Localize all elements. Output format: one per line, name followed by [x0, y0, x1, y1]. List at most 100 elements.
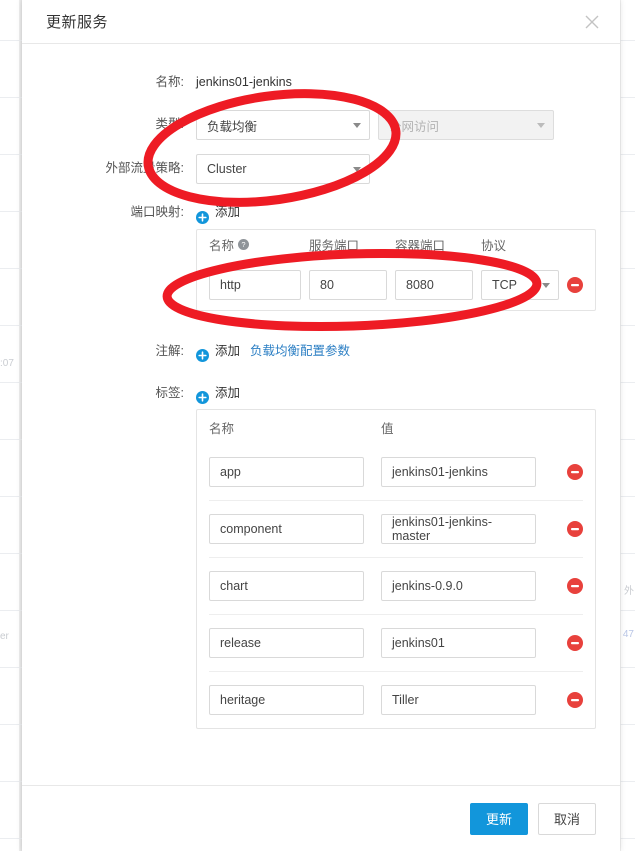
field-row-external-traffic-policy: 外部流量策略: Cluster [46, 154, 596, 184]
port-col-protocol-label: 协议 [481, 239, 507, 253]
type-select-value: 负载均衡 [207, 119, 258, 134]
port-col-container-port-label: 容器端口 [395, 239, 446, 253]
add-label-button[interactable]: 添加 [196, 379, 240, 407]
remove-label-button[interactable] [567, 521, 583, 537]
label-row: release jenkins01 [209, 614, 583, 671]
background-rule [0, 154, 22, 155]
add-port-mapping-button[interactable]: 添加 [196, 198, 240, 226]
container-port-input[interactable]: 8080 [395, 269, 473, 300]
lb-config-params-link[interactable]: 负载均衡配置参数 [250, 337, 350, 365]
label-row: app jenkins01-jenkins [209, 444, 583, 500]
annotations-label: 注解: [155, 343, 184, 358]
update-button[interactable]: 更新 [470, 802, 528, 835]
labels-table-header: 名称 值 [209, 410, 583, 444]
cancel-button[interactable]: 取消 [538, 802, 596, 835]
svg-text:?: ? [241, 240, 245, 249]
external-traffic-policy-select[interactable]: Cluster [196, 154, 370, 184]
close-icon[interactable] [578, 8, 606, 36]
remove-label-button[interactable] [567, 464, 583, 480]
background-text-fragment: er [0, 631, 9, 642]
label-value-input[interactable]: jenkins01 [381, 628, 536, 658]
label-key-input[interactable]: chart [209, 571, 364, 601]
background-rule [620, 382, 635, 383]
label-value-input[interactable]: jenkins-0.9.0 [381, 571, 536, 601]
service-port-input[interactable]: 80 [309, 269, 387, 300]
label-key-input[interactable]: heritage [209, 685, 364, 715]
background-rule [0, 838, 22, 839]
port-mapping-label: 端口映射: [130, 205, 184, 219]
external-traffic-policy-label: 外部流量策略: [105, 161, 184, 175]
plus-circle-icon [196, 386, 209, 404]
labels-col-value-label: 值 [381, 421, 394, 436]
background-rule [0, 667, 22, 668]
port-col-name-label: 名称 [209, 239, 235, 253]
background-rule [0, 40, 22, 41]
field-row-labels: 标签: 添加 名称 值 app jenkins01-jenkins compon… [46, 379, 596, 729]
background-rule [0, 211, 22, 212]
remove-label-button[interactable] [567, 635, 583, 651]
type-label: 类型: [155, 117, 184, 131]
background-rule [620, 553, 635, 554]
background-rule [620, 40, 635, 41]
chevron-down-icon [353, 167, 361, 172]
background-rule [0, 553, 22, 554]
name-label: 名称: [155, 75, 184, 89]
field-row-port-mapping: 端口映射: 添加 名称 ? 服务端口 容器端口 协议 http 80 8080 … [46, 198, 596, 311]
protocol-select[interactable]: TCP [481, 269, 559, 300]
background-rule [620, 268, 635, 269]
background-rule [620, 667, 635, 668]
field-row-annotations: 注解: 添加 负载均衡配置参数 [46, 337, 596, 365]
labels-label: 标签: [155, 385, 184, 400]
add-annotation-button[interactable]: 添加 [196, 337, 240, 365]
port-name-input[interactable]: http [209, 269, 301, 300]
background-rule [0, 268, 22, 269]
label-row: component jenkins01-jenkins-master [209, 500, 583, 557]
port-mapping-table: 名称 ? 服务端口 容器端口 协议 http 80 8080 TCP [196, 228, 596, 311]
chevron-down-icon [353, 123, 361, 128]
background-rule [620, 838, 635, 839]
dialog-body: 名称: jenkins01-jenkins 类型: 负载均衡 公网访问 外部流量… [22, 44, 620, 785]
port-mapping-rows: http 80 8080 TCP [209, 260, 583, 310]
help-icon[interactable]: ? [238, 239, 250, 250]
background-rule [620, 439, 635, 440]
label-row: chart jenkins-0.9.0 [209, 557, 583, 614]
add-label-label: 添加 [215, 385, 241, 400]
service-name-value: jenkins01-jenkins [196, 75, 292, 89]
dialog-header: 更新服务 [22, 0, 620, 44]
type-select[interactable]: 负载均衡 [196, 110, 370, 140]
label-row: heritage Tiller [209, 671, 583, 728]
remove-label-button[interactable] [567, 578, 583, 594]
label-value-input[interactable]: jenkins01-jenkins [381, 457, 536, 487]
port-col-service-port-label: 服务端口 [309, 239, 360, 253]
background-text-fragment: :07 [0, 358, 14, 369]
label-key-input[interactable]: component [209, 514, 364, 544]
background-rule [0, 439, 22, 440]
dialog-footer: 更新 取消 [22, 785, 620, 851]
plus-circle-icon [196, 206, 209, 224]
external-traffic-policy-value: Cluster [207, 162, 247, 176]
port-mapping-row: http 80 8080 TCP [209, 260, 583, 310]
background-rule [620, 154, 635, 155]
add-port-mapping-label: 添加 [215, 205, 241, 219]
background-rule [0, 610, 22, 611]
label-value-input[interactable]: jenkins01-jenkins-master [381, 514, 536, 544]
remove-port-mapping-button[interactable] [567, 276, 583, 293]
background-rule [620, 97, 635, 98]
access-select-value: 公网访问 [389, 119, 440, 134]
background-rule [620, 325, 635, 326]
chevron-down-icon [542, 282, 550, 288]
remove-label-button[interactable] [567, 692, 583, 708]
background-rule [0, 496, 22, 497]
background-rule [620, 496, 635, 497]
update-service-dialog: 更新服务 名称: jenkins01-jenkins 类型: 负载均衡 公网访问… [22, 0, 620, 851]
background-rule [0, 382, 22, 383]
background-text-fragment: 外 [624, 586, 634, 597]
background-rule [620, 610, 635, 611]
page-title: 更新服务 [46, 14, 109, 31]
label-key-input[interactable]: release [209, 628, 364, 658]
label-value-input[interactable]: Tiller [381, 685, 536, 715]
background-rule [0, 325, 22, 326]
chevron-down-icon [537, 123, 545, 128]
label-key-input[interactable]: app [209, 457, 364, 487]
background-rule [620, 781, 635, 782]
